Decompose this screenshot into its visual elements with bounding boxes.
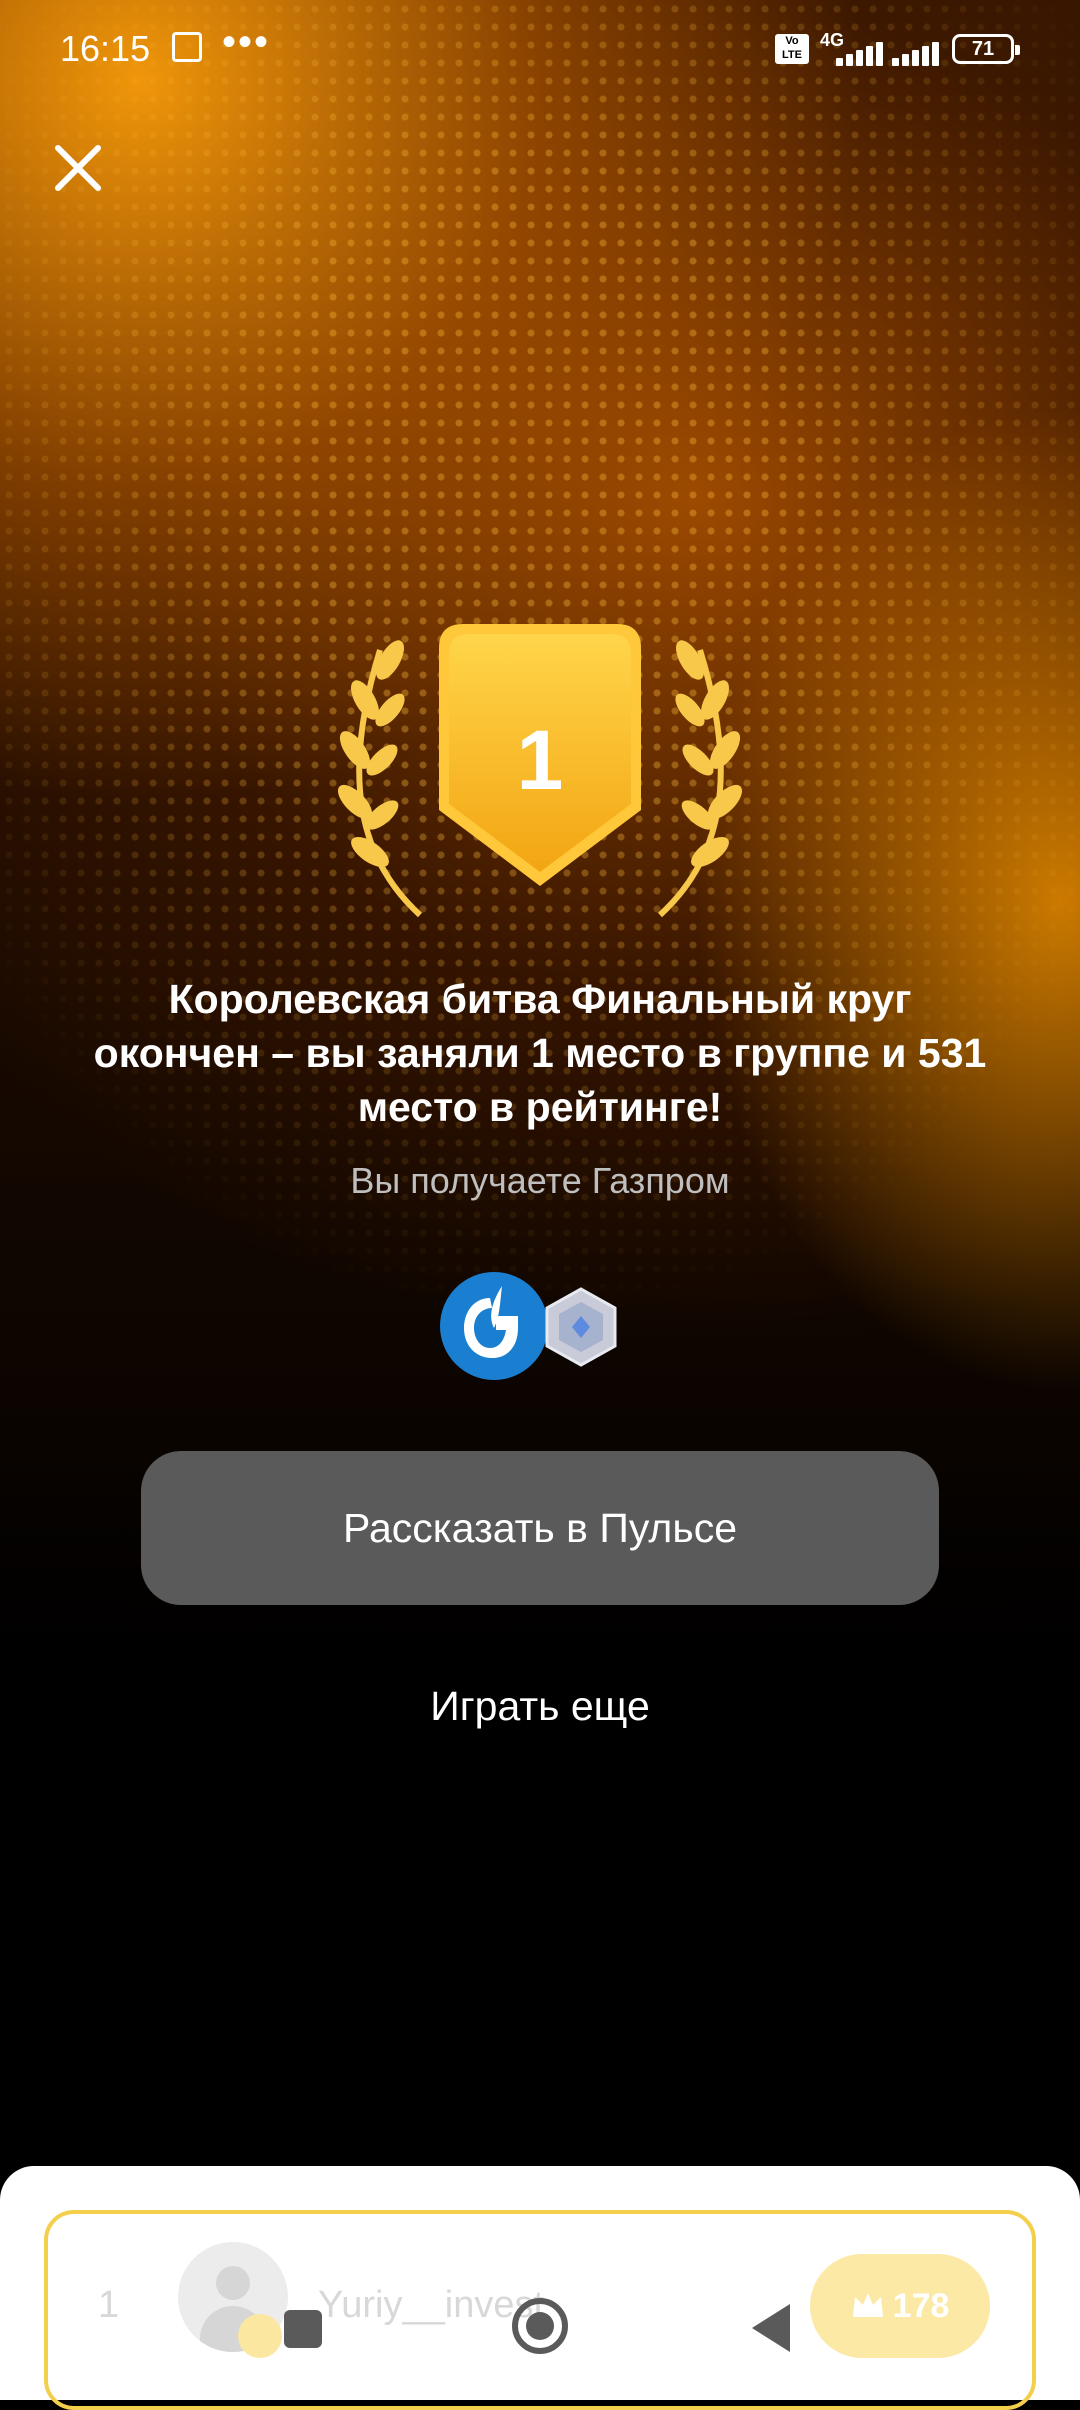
status-more-icon: ••• — [222, 20, 271, 64]
signal-icon — [836, 36, 896, 66]
result-headline: Королевская битва Финальный круг окончен… — [93, 976, 987, 1130]
system-nav-bar — [0, 2270, 1080, 2390]
crystal-icon — [545, 1287, 617, 1367]
close-button[interactable] — [50, 140, 106, 196]
place-badge: 1 — [320, 620, 760, 920]
status-time: 16:15 — [60, 28, 151, 69]
recent-apps-button[interactable] — [284, 2310, 322, 2348]
volte-icon: Vo LTE — [775, 34, 809, 64]
share-in-pulse-button[interactable]: Рассказать в Пульсе — [141, 1451, 939, 1605]
battery-icon: 71 — [952, 34, 1020, 64]
laurel-right-icon — [657, 640, 743, 918]
gazprom-logo-icon — [440, 1272, 548, 1380]
reward-icons — [440, 1272, 640, 1384]
status-bar: 16:15 ••• Vo LTE 4G 71 — [0, 0, 1080, 100]
home-button[interactable] — [512, 2298, 568, 2354]
back-button[interactable] — [752, 2304, 790, 2352]
play-again-button[interactable]: Играть еще — [340, 1683, 740, 1730]
notification-icon — [172, 32, 202, 62]
signal-icon-2 — [892, 36, 952, 66]
close-icon — [55, 145, 101, 191]
laurel-left-icon — [337, 640, 423, 918]
place-number: 1 — [516, 713, 564, 807]
reward-subtitle: Вы получаете Газпром — [350, 1160, 730, 1201]
